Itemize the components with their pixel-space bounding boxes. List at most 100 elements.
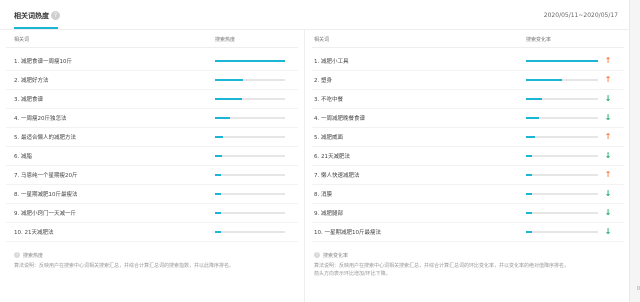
bar-fill [215, 79, 243, 81]
bar-fill [215, 117, 230, 119]
list-row[interactable]: 7. 懒人快速减肥法 ↑ [306, 166, 630, 185]
list-row[interactable]: 6. 减脂 [0, 147, 304, 166]
bar-track [215, 117, 285, 119]
bar-track [215, 212, 285, 214]
list-row[interactable]: 8. 消膜 ↓ [306, 185, 630, 204]
bar-track [215, 231, 285, 233]
bar-fill [526, 60, 598, 62]
bar-track [526, 136, 598, 138]
note-text: 算法说明：反映用户在搜索中心词相关搜索汇总，并综合计算汇总词的搜索指数，并以此降… [14, 263, 235, 269]
list-row[interactable]: 9. 减肥腿部 ↓ [306, 204, 630, 223]
bar-track [526, 212, 598, 214]
list-row[interactable]: 10. 21天减肥法 [0, 223, 304, 242]
list-row[interactable]: 5. 减肥威面 ↑ [306, 128, 630, 147]
row-label[interactable]: 4. 一周瘦20斤独怎法 [14, 114, 67, 122]
row-label[interactable]: 3. 减肥食谱 [14, 95, 43, 103]
bar-fill [215, 193, 221, 195]
arrow-down-icon: ↓ [604, 151, 612, 160]
bar-track [215, 98, 285, 100]
row-divider [6, 241, 298, 242]
row-label[interactable]: 4. 一周减肥晚餐食谱 [314, 114, 365, 122]
bar-track [526, 79, 598, 81]
search-change-panel: 相关词 搜索变化率 1. 减肥小工具 ↑ 2. 塑身 ↑ 3. 不吃中餐 ↓ 4. 一周减肥… [306, 30, 630, 302]
list-row[interactable]: 2. 塑身 ↑ [306, 71, 630, 90]
bar-track [526, 98, 598, 100]
bar-fill [215, 174, 221, 176]
bar-fill [215, 136, 223, 138]
note-text-line-2: 箭头方向表示环比增加/环比下降。 [314, 271, 391, 277]
row-label[interactable]: 5. 最适合懒人的减肥方法 [14, 133, 76, 141]
row-label[interactable]: 7. 懒人快速减肥法 [314, 171, 360, 179]
list-row[interactable]: 5. 最适合懒人的减肥方法 [0, 128, 304, 147]
list-row[interactable]: 2. 减肥好方法 [0, 71, 304, 90]
list-row[interactable]: 9. 减肥小窍门一天减一斤 [0, 204, 304, 223]
list-row[interactable]: 3. 减肥食谱 [0, 90, 304, 109]
bar-track [526, 117, 598, 119]
bar-track [215, 174, 285, 176]
header-divider [6, 47, 298, 48]
arrow-up-icon: ↑ [604, 170, 612, 179]
col-header-change: 搜索变化率 [526, 37, 552, 43]
bar-track [215, 79, 285, 81]
list-row[interactable]: 8. 一星期减肥10斤最瘦法 [0, 185, 304, 204]
list-row[interactable]: 6. 21天减肥法 ↓ [306, 147, 630, 166]
bar-fill [526, 231, 532, 233]
bar-fill [526, 136, 535, 138]
arrow-up-icon: ↑ [604, 75, 612, 84]
row-label[interactable]: 10. 一星期减肥10斤最瘦法 [314, 228, 381, 236]
bar-track [526, 60, 598, 62]
info-icon: ? [314, 252, 320, 258]
list-row[interactable]: 7. 马恩纯一个星期瘦20斤 [0, 166, 304, 185]
row-label[interactable]: 1. 减肥小工具 [314, 57, 349, 65]
row-label[interactable]: 5. 减肥威面 [314, 133, 343, 141]
arrow-up-icon: ↑ [604, 132, 612, 141]
card-header: 相关词热度 ? 2020/05/11~2020/05/17 [0, 0, 630, 30]
bar-track [526, 155, 598, 157]
row-divider [312, 241, 624, 242]
row-label[interactable]: 7. 马恩纯一个星期瘦20斤 [14, 171, 78, 179]
search-heat-panel: 相关词 搜索热度 1. 减肥食谱一周瘦10斤 2. 减肥好方法 3. 减肥食谱 4. … [0, 30, 305, 302]
arrow-up-icon: ↑ [604, 56, 612, 65]
bar-track [215, 136, 285, 138]
row-label[interactable]: 9. 减肥小窍门一天减一斤 [14, 209, 76, 217]
bar-fill [526, 117, 539, 119]
row-label[interactable]: 8. 一星期减肥10斤最瘦法 [14, 190, 78, 198]
note-title: 搜索变化率 [323, 253, 349, 259]
row-label[interactable]: 6. 21天减肥法 [314, 152, 350, 160]
row-label[interactable]: 1. 减肥食谱一周瘦10斤 [14, 57, 72, 65]
arrow-down-icon: ↓ [604, 94, 612, 103]
question-icon[interactable]: ? [51, 11, 60, 20]
arrow-down-icon: ↓ [604, 208, 612, 217]
bar-track [526, 174, 598, 176]
active-tab-underline [14, 27, 58, 29]
list-row[interactable]: 10. 一星期减肥10斤最瘦法 ↓ [306, 223, 630, 242]
bar-track [215, 155, 285, 157]
note-title: 搜索热度 [23, 253, 44, 259]
bar-track [526, 231, 598, 233]
bar-fill [215, 60, 285, 62]
row-label[interactable]: 3. 不吃中餐 [314, 95, 343, 103]
row-label[interactable]: 2. 减肥好方法 [14, 76, 49, 84]
row-label[interactable]: 10. 21天减肥法 [14, 228, 54, 236]
bar-fill [526, 79, 562, 81]
bar-fill [215, 231, 221, 233]
bar-fill [526, 174, 532, 176]
list-row[interactable]: 3. 不吃中餐 ↓ [306, 90, 630, 109]
bar-track [215, 193, 285, 195]
row-label[interactable]: 6. 减脂 [14, 152, 32, 160]
col-header-word: 相关词 [314, 37, 330, 43]
list-row[interactable]: 4. 一周瘦20斤独怎法 [0, 109, 304, 128]
arrow-down-icon: ↓ [604, 227, 612, 236]
row-label[interactable]: 9. 减肥腿部 [314, 209, 343, 217]
bar-fill [215, 98, 242, 100]
list-row[interactable]: 4. 一周减肥晚餐食谱 ↓ [306, 109, 630, 128]
row-label[interactable]: 2. 塑身 [314, 76, 332, 84]
row-label[interactable]: 8. 消膜 [314, 190, 332, 198]
list-row[interactable]: 1. 减肥食谱一周瘦10斤 [0, 52, 304, 71]
col-header-heat: 搜索热度 [215, 37, 236, 43]
header-divider [312, 47, 624, 48]
card-title[interactable]: 相关词热度 [14, 11, 49, 21]
arrow-down-icon: ↓ [604, 113, 612, 122]
note-text-line-1: 算法说明：反映用户在搜索中心词相关搜索汇总，并综合计算汇总词的环比变化率，并以变… [314, 263, 570, 269]
list-row[interactable]: 1. 减肥小工具 ↑ [306, 52, 630, 71]
